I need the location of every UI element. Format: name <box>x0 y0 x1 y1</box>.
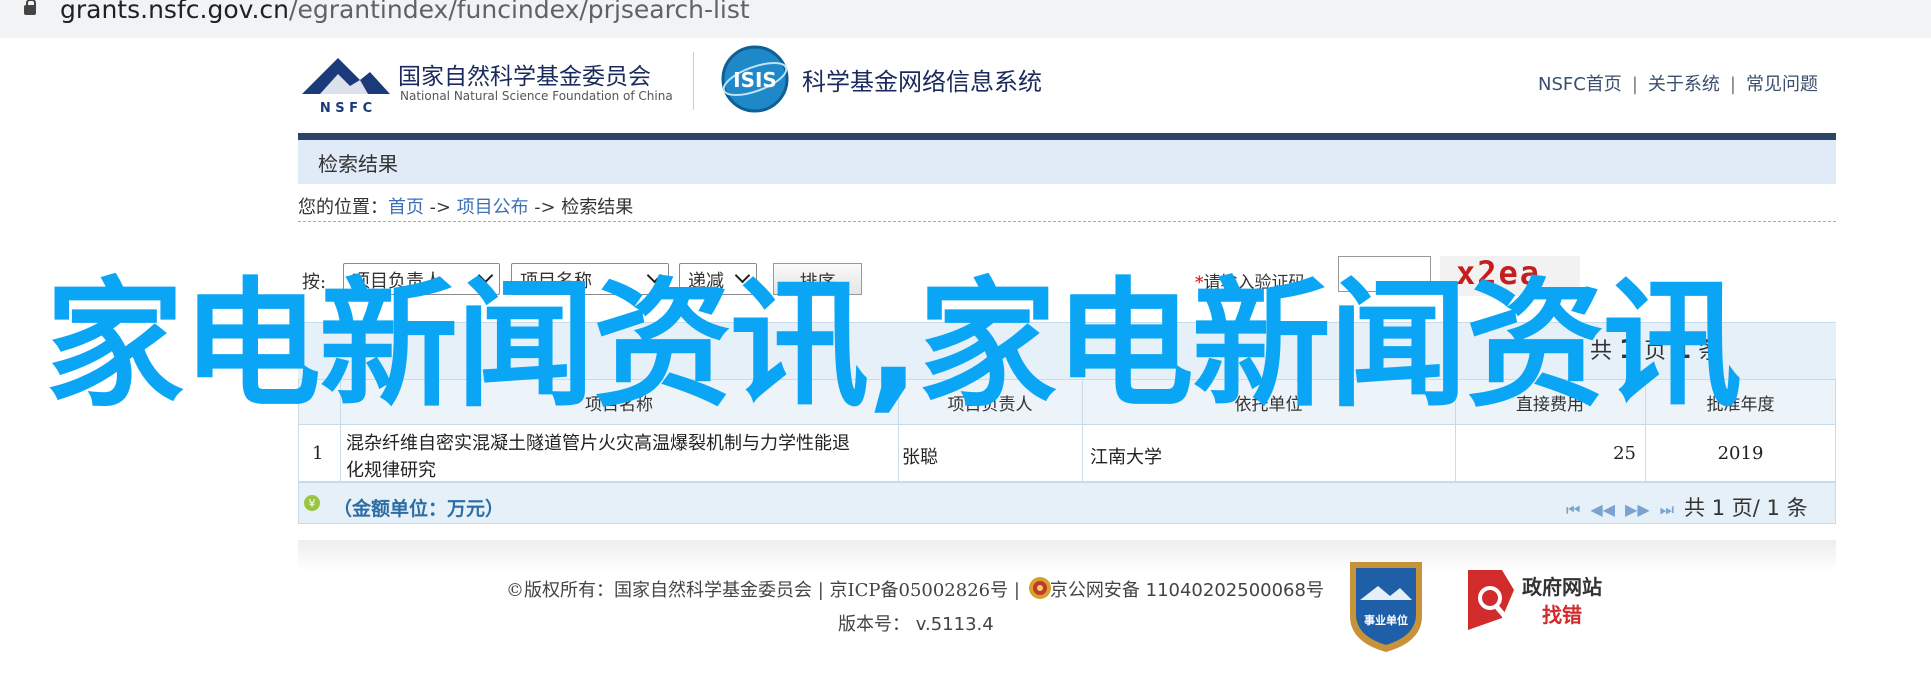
header-divider <box>693 52 694 110</box>
nsfc-name-en: National Natural Science Foundation of C… <box>400 89 673 103</box>
pager-item-unit: 条 <box>1786 496 1808 520</box>
url-path: /egrantindex/funcindex/prjsearch-list <box>289 0 750 24</box>
project-name-line-1[interactable]: 混杂纤维自密实混凝土隧道管片火灾高温爆裂机制与力学性能退 <box>346 429 850 455</box>
breadcrumb-home[interactable]: 首页 <box>388 197 424 218</box>
prev-page-icon[interactable]: ◀◀ <box>1590 500 1615 519</box>
pager-current-page: 1 <box>1766 496 1780 520</box>
nav-separator: | <box>1729 74 1736 95</box>
money-icon: ¥ <box>301 494 323 512</box>
pager-total-prefix: 共 <box>1684 496 1706 520</box>
breadcrumb-current: 检索结果 <box>561 197 634 218</box>
last-page-icon[interactable]: ⏭ <box>1660 500 1674 519</box>
nsfc-logo[interactable]: N S F C <box>298 50 394 116</box>
direct-cost: 25 <box>1613 443 1636 464</box>
column-divider <box>340 425 341 482</box>
police-badge-icon <box>1028 575 1052 601</box>
nsfc-name-cn: 国家自然科学基金委员会 <box>398 64 651 90</box>
row-index: 1 <box>312 443 324 464</box>
public-institution-badge[interactable]: 事业单位 <box>1344 556 1428 654</box>
url-text[interactable]: grants.nsfc.gov.cn/egrantindex/funcindex… <box>60 0 750 24</box>
breadcrumb-arrow: -> <box>534 197 556 218</box>
footer-version: 版本号： v.5113.4 <box>838 610 994 636</box>
section-title-bar <box>298 140 1836 184</box>
project-leader: 张聪 <box>902 447 938 468</box>
nav-about[interactable]: 关于系统 <box>1648 74 1720 95</box>
header-bar <box>298 133 1836 140</box>
project-name-line-2[interactable]: 化规律研究 <box>346 456 436 482</box>
pager-total-pages: 1 <box>1711 496 1726 520</box>
column-divider <box>1082 425 1083 482</box>
nav-faq[interactable]: 常见问题 <box>1746 74 1818 95</box>
version-value: v.5113.4 <box>915 614 994 635</box>
breadcrumb-prefix: 您的位置： <box>298 197 388 218</box>
breadcrumb-divider <box>298 221 1836 222</box>
police-record-text[interactable]: 京公网安备 11040202500068号 <box>1050 580 1324 601</box>
section-title: 检索结果 <box>318 152 398 176</box>
isis-logo[interactable]: ISIS <box>720 44 790 114</box>
breadcrumb-project-publish[interactable]: 项目公布 <box>457 197 529 218</box>
badge-gov-line1: 政府网站 <box>1522 575 1602 599</box>
breadcrumb-arrow: -> <box>429 197 451 218</box>
badge-gov-line2: 找错 <box>1542 603 1582 627</box>
pager-bottom: ⏮ ◀◀ ▶▶ ⏭ 共 1 页/ 1 条 <box>1566 496 1808 520</box>
isis-title: 科学基金网络信息系统 <box>802 68 1042 96</box>
nav-nsfc-home[interactable]: NSFC首页 <box>1538 74 1622 95</box>
institution: 江南大学 <box>1090 447 1162 468</box>
overlay-watermark-text: 家电新闻资讯,家电新闻资讯 <box>45 264 1742 426</box>
top-nav: NSFC首页 | 关于系统 | 常见问题 <box>1538 70 1818 96</box>
lock-icon <box>24 0 36 15</box>
badge-shiye-text: 事业单位 <box>1364 613 1408 627</box>
footer-copyright: ©版权所有：国家自然科学基金委员会 | 京ICP备05002826号 | 京公网安… <box>506 576 1324 602</box>
isis-logo-text: ISIS <box>733 68 777 92</box>
gov-website-error-badge[interactable]: 政府网站 找错 <box>1462 562 1622 638</box>
breadcrumb: 您的位置：首页 -> 项目公布 -> 检索结果 <box>298 193 633 219</box>
nsfc-logo-text: N S F C <box>320 101 372 114</box>
first-page-icon[interactable]: ⏮ <box>1566 500 1580 519</box>
nav-separator: | <box>1631 74 1638 95</box>
url-host: grants.nsfc.gov.cn <box>60 0 290 24</box>
pager-page-unit: 页 <box>1731 496 1753 520</box>
svg-text:¥: ¥ <box>309 497 316 510</box>
approval-year: 2019 <box>1717 443 1764 464</box>
version-label: 版本号： <box>838 614 910 635</box>
amount-unit-label: （金额单位：万元） <box>333 498 505 520</box>
next-page-icon[interactable]: ▶▶ <box>1625 500 1650 519</box>
copyright-text: ©版权所有：国家自然科学基金委员会 | 京ICP备05002826号 | <box>506 580 1020 601</box>
column-divider <box>898 425 899 482</box>
